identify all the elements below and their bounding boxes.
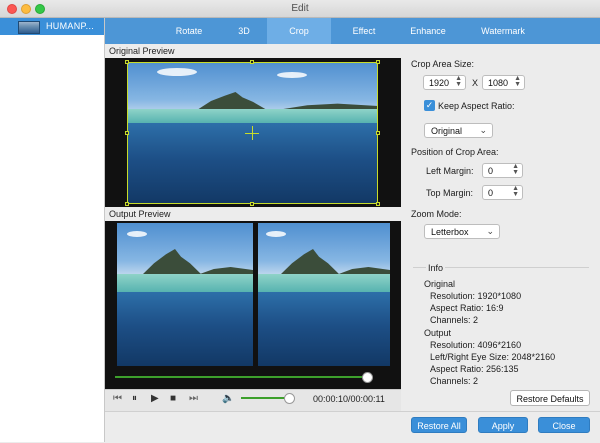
top-margin-value: 0 (488, 188, 494, 198)
crop-handle-top-right[interactable] (376, 60, 380, 64)
crop-handle-bottom-left[interactable] (125, 202, 129, 206)
playback-progress-bar[interactable] (115, 376, 370, 378)
original-preview-label: Original Preview (109, 46, 175, 56)
info-output-heading: Output (424, 328, 452, 338)
crop-size-separator: X (472, 78, 479, 88)
keep-aspect-checkbox[interactable]: ✓ (424, 100, 435, 111)
keep-aspect-label: Keep Aspect Ratio: (438, 101, 515, 111)
crop-handle-left[interactable] (125, 131, 129, 135)
volume-slider[interactable] (241, 397, 289, 399)
info-original-resolution: Resolution: 1920*1080 (430, 291, 522, 301)
crop-handle-bottom[interactable] (250, 202, 254, 206)
left-margin-label: Left Margin: (426, 166, 474, 176)
aspect-ratio-select[interactable]: Original ⌄ (424, 123, 493, 138)
info-output-eye-size: Left/Right Eye Size: 2048*2160 (430, 352, 556, 362)
output-left-eye-frame (117, 223, 253, 366)
aspect-ratio-value: Original (431, 126, 463, 136)
info-heading: Info (426, 263, 446, 273)
file-item-selected[interactable]: HUMANP... (0, 18, 104, 35)
crop-height-stepper[interactable]: 1080 ▲ ▼ (482, 75, 525, 90)
info-original-aspect: Aspect Ratio: 16:9 (430, 303, 504, 313)
crop-handle-right[interactable] (376, 131, 380, 135)
video-thumbnail-icon (18, 21, 40, 34)
info-original-channels: Channels: 2 (430, 315, 479, 325)
timecode: 00:00:10/00:00:11 (313, 394, 385, 404)
play-icon[interactable]: ▶ (151, 393, 159, 404)
chevron-down-icon: ⌄ (479, 125, 487, 135)
volume-knob[interactable] (284, 393, 295, 404)
skip-forward-icon[interactable]: ⏭ (189, 393, 198, 404)
crop-width-value: 1920 (429, 78, 450, 88)
tab-crop[interactable]: Crop (267, 18, 331, 44)
volume-icon[interactable]: 🔈 (222, 393, 234, 404)
stepper-arrows-icon[interactable]: ▲ ▼ (512, 185, 519, 198)
pause-icon[interactable]: ⏸ (132, 393, 137, 404)
edit-window: Edit HUMANP... Rotate 3D Crop Effect Enh… (0, 0, 600, 443)
info-original-heading: Original (424, 279, 456, 289)
tab-effect[interactable]: Effect (331, 18, 397, 44)
left-margin-stepper[interactable]: 0 ▲ ▼ (482, 163, 523, 178)
zoom-mode-label: Zoom Mode: (411, 209, 462, 219)
crop-height-value: 1080 (488, 78, 509, 88)
crop-handle-top-left[interactable] (125, 60, 129, 64)
checkmark-icon: ✓ (425, 100, 434, 110)
info-output-resolution: Resolution: 4096*2160 (430, 340, 522, 350)
left-margin-value: 0 (488, 166, 494, 176)
zoom-mode-select[interactable]: Letterbox ⌄ (424, 224, 500, 239)
crop-center-crosshair-vertical (252, 126, 253, 140)
tab-enhance[interactable]: Enhance (397, 18, 459, 44)
tab-rotate[interactable]: Rotate (155, 18, 223, 44)
info-output-aspect: Aspect Ratio: 256:135 (430, 364, 519, 374)
skip-back-icon[interactable]: ⏮ (113, 393, 122, 404)
tab-watermark[interactable]: Watermark (465, 18, 541, 44)
crop-width-stepper[interactable]: 1920 ▲ ▼ (423, 75, 466, 90)
crop-handle-top[interactable] (250, 60, 254, 64)
apply-button[interactable]: Apply (478, 417, 528, 433)
zoom-mode-value: Letterbox (431, 227, 469, 237)
edit-tab-bar: Rotate 3D Crop Effect Enhance Watermark (105, 18, 600, 44)
tab-3d[interactable]: 3D (223, 18, 265, 44)
playback-progress-knob[interactable] (362, 372, 373, 383)
top-margin-stepper[interactable]: 0 ▲ ▼ (482, 185, 523, 200)
stop-icon[interactable]: ■ (170, 393, 176, 404)
crop-area-size-label: Crop Area Size: (411, 59, 475, 69)
crop-handle-bottom-right[interactable] (376, 202, 380, 206)
close-button[interactable]: Close (538, 417, 590, 433)
crop-position-label: Position of Crop Area: (411, 147, 499, 157)
chevron-down-icon: ⌄ (486, 226, 494, 236)
window-title: Edit (291, 3, 309, 14)
file-name: HUMANP... (46, 21, 95, 31)
info-output-channels: Channels: 2 (430, 376, 479, 386)
top-margin-label: Top Margin: (426, 188, 474, 198)
stepper-arrows-icon[interactable]: ▲ ▼ (514, 75, 521, 88)
file-list: HUMANP... (0, 18, 105, 442)
output-preview (105, 221, 401, 389)
restore-all-button[interactable]: Restore All (411, 417, 467, 433)
stepper-arrows-icon[interactable]: ▲ ▼ (455, 75, 462, 88)
output-right-eye-frame (258, 223, 390, 366)
title-bar: Edit (0, 0, 600, 18)
stepper-arrows-icon[interactable]: ▲ ▼ (512, 163, 519, 176)
restore-defaults-button[interactable]: Restore Defaults (510, 390, 590, 406)
output-preview-label: Output Preview (109, 209, 171, 219)
